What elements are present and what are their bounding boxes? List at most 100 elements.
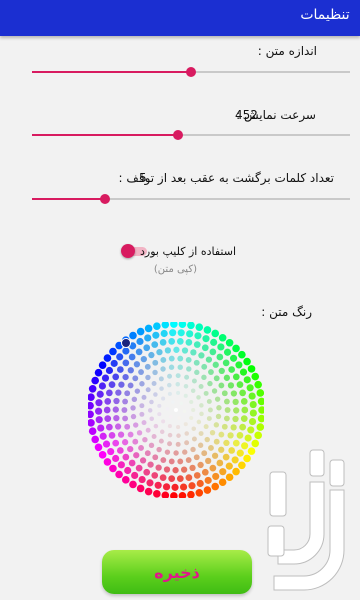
color-dot[interactable] bbox=[129, 331, 137, 340]
color-dot[interactable] bbox=[148, 442, 155, 449]
color-dot[interactable] bbox=[117, 431, 125, 438]
color-dot[interactable] bbox=[218, 431, 225, 438]
color-dot[interactable] bbox=[136, 327, 145, 336]
color-dot[interactable] bbox=[141, 394, 147, 400]
color-dot[interactable] bbox=[211, 388, 218, 394]
color-dot[interactable] bbox=[203, 326, 212, 334]
color-dot[interactable] bbox=[216, 459, 224, 467]
color-dot[interactable] bbox=[205, 356, 213, 363]
color-dot[interactable] bbox=[143, 468, 151, 476]
color-dot[interactable] bbox=[228, 447, 236, 454]
color-dot[interactable] bbox=[236, 381, 244, 389]
color-dot[interactable] bbox=[103, 458, 112, 466]
color-dot[interactable] bbox=[122, 347, 130, 355]
color-dot[interactable] bbox=[108, 381, 116, 389]
color-dot[interactable] bbox=[191, 426, 197, 431]
color-dot[interactable] bbox=[139, 381, 145, 387]
color-dot[interactable] bbox=[222, 453, 230, 461]
color-dot[interactable] bbox=[232, 373, 240, 381]
color-dot[interactable] bbox=[173, 450, 179, 456]
color-dot[interactable] bbox=[179, 483, 188, 491]
color-dot[interactable] bbox=[170, 322, 178, 328]
color-dot[interactable] bbox=[208, 369, 214, 375]
color-dot[interactable] bbox=[138, 445, 144, 451]
color-dot[interactable] bbox=[130, 413, 137, 420]
selected-color-dot[interactable] bbox=[121, 338, 131, 348]
color-dot[interactable] bbox=[167, 424, 172, 429]
color-dot[interactable] bbox=[161, 396, 166, 401]
color-dot[interactable] bbox=[149, 416, 154, 422]
color-dot[interactable] bbox=[135, 464, 143, 472]
color-dot[interactable] bbox=[122, 453, 130, 461]
color-dot[interactable] bbox=[197, 461, 204, 469]
color-dot[interactable] bbox=[88, 384, 97, 393]
color-dot[interactable] bbox=[181, 347, 189, 354]
color-dot[interactable] bbox=[195, 323, 204, 332]
color-dot[interactable] bbox=[122, 398, 129, 405]
color-dot[interactable] bbox=[194, 369, 200, 376]
color-dot[interactable] bbox=[115, 389, 122, 396]
color-dot[interactable] bbox=[128, 459, 136, 467]
color-dot[interactable] bbox=[196, 479, 204, 488]
color-dot[interactable] bbox=[218, 382, 225, 389]
color-dot[interactable] bbox=[185, 457, 192, 463]
color-dot[interactable] bbox=[158, 376, 164, 382]
color-dot[interactable] bbox=[98, 382, 106, 390]
color-dot[interactable] bbox=[88, 393, 95, 401]
color-dot[interactable] bbox=[186, 330, 194, 338]
color-dot[interactable] bbox=[131, 396, 138, 403]
color-dot[interactable] bbox=[213, 375, 220, 382]
color-dot[interactable] bbox=[190, 446, 196, 453]
color-dot[interactable] bbox=[233, 407, 240, 414]
color-dot[interactable] bbox=[159, 386, 164, 391]
color-dot[interactable] bbox=[216, 405, 222, 411]
color-dot[interactable] bbox=[209, 429, 216, 436]
color-dot[interactable] bbox=[215, 413, 222, 420]
color-dot[interactable] bbox=[258, 406, 264, 414]
color-dot[interactable] bbox=[117, 461, 125, 469]
color-dot[interactable] bbox=[106, 423, 113, 431]
back-words-slider[interactable] bbox=[32, 192, 350, 206]
color-dot[interactable] bbox=[230, 390, 238, 397]
color-dot[interactable] bbox=[121, 439, 129, 446]
color-dot[interactable] bbox=[158, 438, 164, 444]
color-dot[interactable] bbox=[99, 432, 107, 440]
color-dot[interactable] bbox=[201, 344, 209, 352]
color-dot[interactable] bbox=[218, 367, 225, 375]
color-dot[interactable] bbox=[160, 329, 168, 338]
color-dot[interactable] bbox=[133, 422, 139, 428]
color-dot[interactable] bbox=[167, 382, 172, 388]
color-dot[interactable] bbox=[204, 436, 210, 443]
color-dot[interactable] bbox=[112, 439, 120, 447]
color-dot[interactable] bbox=[178, 322, 187, 329]
color-dot[interactable] bbox=[96, 390, 104, 398]
color-dot[interactable] bbox=[199, 403, 204, 408]
color-dot[interactable] bbox=[248, 417, 257, 426]
color-dot[interactable] bbox=[152, 369, 158, 376]
color-dot[interactable] bbox=[227, 432, 234, 439]
color-dot[interactable] bbox=[248, 392, 256, 400]
color-dot[interactable] bbox=[193, 472, 201, 479]
color-dot[interactable] bbox=[201, 468, 209, 476]
color-dot[interactable] bbox=[135, 348, 143, 356]
color-dot[interactable] bbox=[206, 398, 212, 404]
color-dot[interactable] bbox=[147, 461, 154, 468]
color-dot[interactable] bbox=[214, 396, 221, 402]
color-dot[interactable] bbox=[144, 324, 153, 333]
color-dot[interactable] bbox=[136, 337, 144, 346]
color-dot[interactable] bbox=[193, 454, 200, 461]
color-dot[interactable] bbox=[91, 376, 99, 385]
color-dot[interactable] bbox=[152, 454, 159, 461]
color-dot[interactable] bbox=[177, 329, 185, 337]
color-dot[interactable] bbox=[203, 486, 212, 494]
color-dot[interactable] bbox=[243, 376, 251, 384]
color-dot[interactable] bbox=[168, 458, 175, 465]
color-dot[interactable] bbox=[116, 447, 124, 454]
color-dot[interactable] bbox=[132, 438, 139, 445]
text-size-slider[interactable] bbox=[32, 65, 350, 79]
color-dot[interactable] bbox=[108, 431, 116, 439]
color-dot[interactable] bbox=[256, 423, 264, 431]
color-dot[interactable] bbox=[163, 466, 171, 473]
color-dot[interactable] bbox=[230, 424, 237, 431]
color-dot[interactable] bbox=[164, 449, 171, 455]
